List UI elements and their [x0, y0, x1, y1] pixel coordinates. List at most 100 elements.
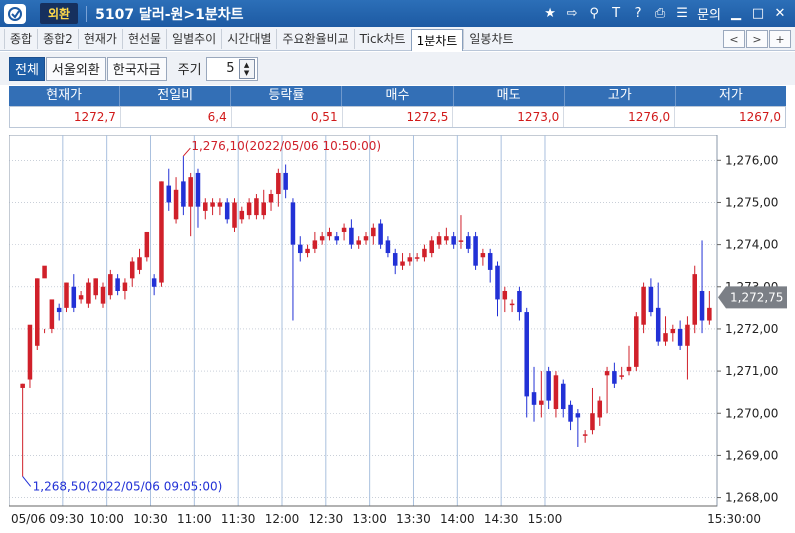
filter-all-button[interactable]: 전체 — [9, 56, 45, 81]
candle-body — [210, 202, 215, 207]
inquiry-button[interactable]: 문의 — [695, 4, 723, 23]
candle-body — [268, 194, 274, 203]
filter-korea-fund-button[interactable]: 한국자금 — [106, 56, 167, 81]
export-icon[interactable]: ⇨ — [563, 5, 581, 23]
y-tick-label: 1,270,00 — [725, 406, 778, 420]
tab-daily-chart[interactable]: 일봉차트 — [463, 28, 518, 49]
candle-body — [129, 261, 135, 279]
candle-body — [531, 392, 537, 405]
candle-body — [451, 236, 456, 245]
y-tick-label: 1,275,00 — [725, 195, 778, 209]
candle-body — [517, 290, 522, 313]
candle-body — [590, 413, 595, 431]
candle-body — [626, 366, 632, 372]
candle-body — [707, 307, 712, 321]
list-icon[interactable]: ☰ — [673, 5, 691, 23]
tab-hourly[interactable]: 시간대별 — [221, 28, 276, 49]
tab-fx-compare[interactable]: 주요환율비교 — [276, 28, 353, 49]
y-tick-label: 1,268,00 — [725, 491, 778, 505]
candle-body — [232, 202, 237, 228]
title-toolbar: ★ ⇨ ⚲ T ? ⎙ ☰ 문의 ▁ □ ✕ — [541, 4, 789, 23]
candle-body — [444, 236, 449, 241]
value-ask: 1273,0 — [453, 107, 565, 127]
header-change: 전일비 — [120, 86, 232, 106]
x-tick-label: 14:00 — [440, 512, 475, 526]
header-bid: 매수 — [342, 86, 454, 106]
x-tick-label: 11:30 — [221, 512, 256, 526]
y-tick-label: 1,276,00 — [725, 153, 778, 167]
candle-body — [655, 307, 661, 342]
value-high: 1276,0 — [564, 107, 676, 127]
candle-body — [297, 244, 303, 254]
candle-body — [414, 257, 420, 259]
x-tick-label: 15:30:00 — [707, 512, 761, 526]
current-price-label: 1,272,75 — [730, 290, 783, 304]
x-tick-label: 12:00 — [265, 512, 300, 526]
candle-body — [560, 383, 566, 410]
tab-current-price[interactable]: 현재가 — [77, 28, 122, 49]
candle-body — [86, 282, 91, 304]
candle-body — [49, 299, 55, 329]
tab-prev-button[interactable]: < — [723, 30, 745, 48]
filter-seoul-fx-button[interactable]: 서울외환 — [45, 56, 106, 81]
minimize-icon[interactable]: ▁ — [727, 5, 745, 23]
tab-1min-chart[interactable]: 1분차트 — [410, 28, 464, 51]
candle-body — [254, 198, 259, 216]
candle-body — [100, 286, 106, 304]
candle-body — [634, 316, 639, 367]
market-category[interactable]: 외환 — [40, 3, 79, 24]
candle-body — [466, 236, 471, 249]
tab-bar: 종합 종합2 현재가 현선물 일별추이 시간대별 주요환율비교 Tick차트 1… — [0, 27, 795, 51]
x-tick-label: 12:30 — [309, 512, 344, 526]
candle-body — [246, 202, 252, 216]
high-annotation-label: 1,276,10(2022/05/06 10:50:00) — [191, 139, 381, 153]
header-current-price: 현재가 — [9, 86, 121, 106]
period-stepper[interactable]: 5 ▲ ▼ — [205, 56, 258, 81]
value-current-price: 1272,7 — [10, 107, 121, 127]
candle-body — [436, 236, 442, 245]
candle-body — [217, 202, 223, 207]
quote-header-row: 현재가 전일비 등락률 매수 매도 고가 저가 — [9, 86, 786, 106]
low-annotation-label: 1,268,50(2022/05/06 09:05:00) — [33, 479, 223, 493]
plot-area — [8, 134, 718, 507]
tab-navigation: < > + — [723, 30, 791, 48]
y-tick-label: 1,269,00 — [725, 448, 778, 462]
spinner-icon[interactable]: ▲ ▼ — [238, 58, 255, 79]
tab-next-button[interactable]: > — [746, 30, 768, 48]
close-icon[interactable]: ✕ — [771, 5, 789, 23]
tab-daily-trend[interactable]: 일별추이 — [166, 28, 221, 49]
candle-body — [290, 202, 296, 245]
x-tick-label: 13:30 — [396, 512, 431, 526]
tab-summary2[interactable]: 종합2 — [37, 28, 78, 49]
candle-body — [151, 278, 157, 287]
header-change-rate: 등락률 — [231, 86, 343, 106]
tab-add-button[interactable]: + — [769, 30, 791, 48]
candle-body — [385, 240, 391, 254]
candle-body — [203, 202, 208, 211]
value-change: 6,4 — [121, 107, 232, 127]
candle-body — [144, 231, 150, 258]
chart-container[interactable]: 1,276,001,275,001,274,001,273,001,272,00… — [8, 134, 787, 533]
maximize-icon[interactable]: □ — [749, 5, 767, 23]
tab-tick-chart[interactable]: Tick차트 — [353, 28, 411, 49]
y-tick-label: 1,274,00 — [725, 238, 778, 252]
link-icon[interactable]: ⚲ — [585, 5, 603, 23]
star-icon[interactable]: ★ — [541, 5, 559, 23]
candle-body — [224, 202, 230, 220]
candle-body — [173, 189, 179, 220]
candle-body — [56, 307, 62, 313]
candlestick-chart[interactable]: 1,276,001,275,001,274,001,273,001,272,00… — [8, 134, 787, 533]
candle-body — [619, 375, 624, 377]
period-value[interactable]: 5 — [226, 61, 234, 76]
quote-value-row: 1272,7 6,4 0,51 1272,5 1273,0 1276,0 126… — [9, 106, 786, 128]
tab-spot-futures[interactable]: 현선물 — [121, 28, 166, 49]
candle-body — [356, 240, 361, 245]
candle-body — [261, 202, 266, 216]
candle-body — [349, 227, 354, 245]
help-icon[interactable]: ? — [629, 5, 647, 23]
title-divider — [86, 5, 88, 22]
value-low: 1267,0 — [739, 110, 782, 124]
font-icon[interactable]: T — [607, 5, 625, 23]
print-icon[interactable]: ⎙ — [651, 5, 669, 23]
tab-summary[interactable]: 종합 — [4, 28, 37, 49]
